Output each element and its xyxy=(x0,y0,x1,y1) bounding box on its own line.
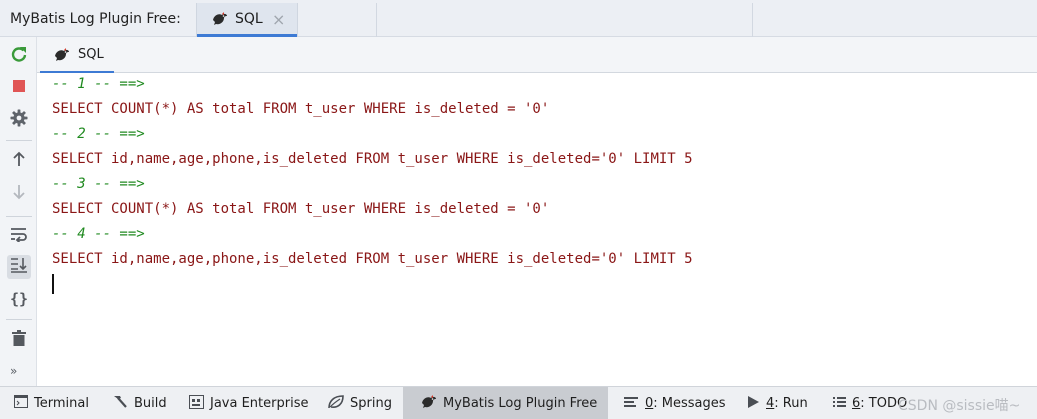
console-line-sql: SELECT id,name,age,phone,is_deleted FROM… xyxy=(52,151,693,167)
soft-wrap-button[interactable] xyxy=(7,224,31,248)
tool-window-bar: Terminal Build Java Enterprise Spring My… xyxy=(0,386,1037,419)
toolbar-divider xyxy=(6,319,32,320)
console-line-comment: -- 4 -- ==> xyxy=(52,226,145,242)
todo-list-icon xyxy=(833,396,846,412)
build-label: Build xyxy=(134,396,167,411)
terminal-tool-button[interactable]: Terminal xyxy=(14,387,89,419)
mybatis-bird-icon xyxy=(54,48,70,66)
messages-label: : Messages xyxy=(653,396,726,411)
scroll-to-end-icon xyxy=(10,257,28,277)
subtab-sql[interactable]: SQL xyxy=(40,37,114,74)
run-icon xyxy=(747,395,760,413)
header-divider xyxy=(376,3,377,37)
gear-icon xyxy=(10,109,28,131)
mybatis-log-tool-button[interactable]: MyBatis Log Plugin Free xyxy=(403,387,608,419)
terminal-label: Terminal xyxy=(34,396,89,411)
messages-shortcut-key: 0 xyxy=(645,396,654,411)
spring-tool-button[interactable]: Spring xyxy=(328,387,392,419)
java-enterprise-tool-button[interactable]: Java Enterprise xyxy=(189,387,308,419)
stop-icon xyxy=(12,79,26,97)
run-tool-button[interactable]: 4 : Run xyxy=(747,387,808,419)
todo-tool-button[interactable]: 6 : TODO xyxy=(833,387,907,419)
more-actions-icon[interactable]: » xyxy=(10,364,17,378)
build-tool-button[interactable]: Build xyxy=(112,387,167,419)
tab-sql[interactable]: SQL × xyxy=(196,3,298,37)
console-line-sql: SELECT COUNT(*) AS total FROM t_user WHE… xyxy=(52,101,550,117)
console-toolbar: {} » xyxy=(0,37,37,386)
stop-button[interactable] xyxy=(7,76,31,100)
close-icon[interactable]: × xyxy=(272,10,285,29)
java-enterprise-label: Java Enterprise xyxy=(210,396,309,411)
console-line-sql: SELECT COUNT(*) AS total FROM t_user WHE… xyxy=(52,201,550,217)
trash-icon xyxy=(12,330,26,350)
toolbar-divider xyxy=(6,216,32,217)
hammer-icon xyxy=(112,394,128,413)
scroll-to-end-button[interactable] xyxy=(7,255,31,279)
sql-console-output[interactable]: -- 1 -- ==> SELECT COUNT(*) AS total FRO… xyxy=(37,73,1037,386)
clear-button[interactable] xyxy=(7,328,31,352)
console-line-sql: SELECT id,name,age,phone,is_deleted FROM… xyxy=(52,251,693,267)
console-line-comment: -- 1 -- ==> xyxy=(52,76,145,92)
braces-icon: {} xyxy=(9,290,29,308)
header-divider xyxy=(752,3,753,37)
mybatis-bird-icon xyxy=(421,394,437,413)
arrow-down-icon xyxy=(11,184,27,204)
mybatis-log-label: MyBatis Log Plugin Free xyxy=(443,396,598,411)
java-enterprise-icon xyxy=(189,394,204,413)
spring-leaf-icon xyxy=(328,394,344,413)
settings-button[interactable] xyxy=(7,108,31,132)
format-button[interactable]: {} xyxy=(7,287,31,311)
mybatis-bird-icon xyxy=(212,12,228,30)
console-line-comment: -- 2 -- ==> xyxy=(52,126,145,142)
messages-tool-button[interactable]: 0 : Messages xyxy=(624,387,726,419)
console-subtabs: SQL xyxy=(37,37,1037,74)
soft-wrap-icon xyxy=(10,226,28,246)
rerun-icon xyxy=(10,45,28,67)
messages-icon xyxy=(624,396,638,412)
scroll-up-button[interactable] xyxy=(7,149,31,173)
spring-label: Spring xyxy=(350,396,392,411)
console-line-comment: -- 3 -- ==> xyxy=(52,176,145,192)
tool-window-header: MyBatis Log Plugin Free: SQL × xyxy=(0,0,1037,37)
todo-shortcut-key: 6 xyxy=(852,396,861,411)
toolbar-divider xyxy=(6,140,32,141)
tool-window-title: MyBatis Log Plugin Free: xyxy=(10,11,181,27)
subtab-sql-label: SQL xyxy=(78,47,104,62)
tab-sql-label: SQL xyxy=(235,11,263,27)
scroll-down-button[interactable] xyxy=(7,182,31,206)
text-caret xyxy=(52,274,54,294)
run-shortcut-key: 4 xyxy=(766,396,775,411)
arrow-up-icon xyxy=(11,151,27,171)
csdn-watermark: CSDN @sissie喵~ xyxy=(898,398,1021,414)
run-label: : Run xyxy=(774,396,808,411)
terminal-icon xyxy=(14,395,28,412)
rerun-button[interactable] xyxy=(7,44,31,68)
